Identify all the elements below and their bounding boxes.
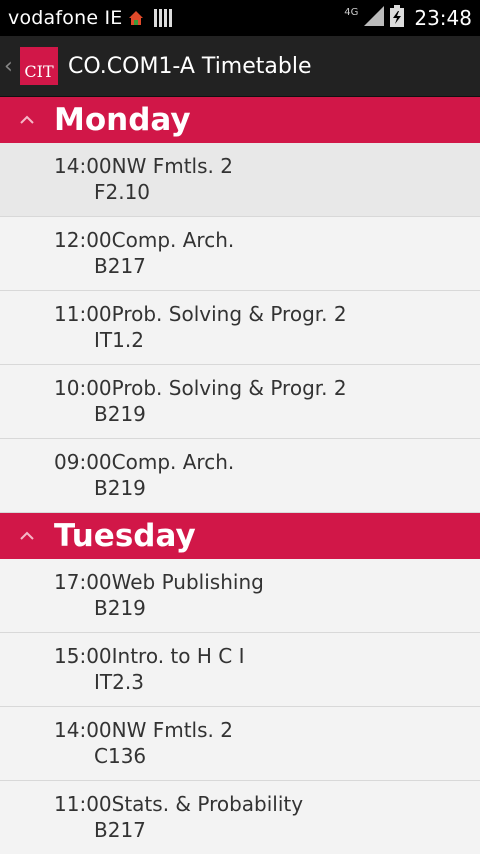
class-time-title: 12:00Comp. Arch. [54, 228, 235, 252]
home-network-icon [128, 10, 144, 26]
day-header-monday[interactable]: Monday [0, 97, 480, 143]
day-header-tuesday[interactable]: Tuesday [0, 513, 480, 559]
class-room: IT2.3 [94, 670, 144, 694]
class-time-title: 17:00Web Publishing [54, 570, 264, 594]
list-item[interactable]: 15:00Intro. to H C I IT2.3 [0, 633, 480, 707]
class-time-title: 14:00NW Fmtls. 2 [54, 154, 233, 178]
class-room: B219 [94, 476, 146, 500]
status-bar: vodafone IE 4G 23:48 [0, 0, 480, 36]
class-time-title: 15:00Intro. to H C I [54, 644, 245, 668]
class-room: B219 [94, 402, 146, 426]
sim-card-icon [154, 9, 173, 27]
list-item[interactable]: 12:00Comp. Arch. B217 [0, 217, 480, 291]
class-time-title: 14:00NW Fmtls. 2 [54, 718, 233, 742]
class-room: IT1.2 [94, 328, 144, 352]
page-title: CO.COM1-A Timetable [68, 53, 312, 79]
list-item[interactable]: 17:00Web Publishing B219 [0, 559, 480, 633]
class-room: B217 [94, 818, 146, 842]
list-item[interactable]: 10:00Prob. Solving & Progr. 2 B219 [0, 365, 480, 439]
clock: 23:48 [414, 6, 472, 30]
class-time-title: 11:00Prob. Solving & Progr. 2 [54, 302, 347, 326]
class-time-title: 10:00Prob. Solving & Progr. 2 [54, 376, 347, 400]
class-room: B219 [94, 596, 146, 620]
day-title: Tuesday [54, 518, 196, 554]
battery-icon [390, 5, 405, 31]
timetable-list: Monday 14:00NW Fmtls. 2 F2.10 12:00Comp.… [0, 97, 480, 854]
signal-icon [364, 6, 385, 30]
app-logo-text: CIT [24, 62, 54, 81]
list-item[interactable]: 14:00NW Fmtls. 2 C136 [0, 707, 480, 781]
carrier-label: vodafone IE [8, 7, 123, 29]
back-icon[interactable]: ‹ [4, 54, 16, 79]
list-item[interactable]: 14:00NW Fmtls. 2 F2.10 [0, 143, 480, 217]
chevron-up-icon[interactable] [0, 513, 54, 559]
network-type-icon: 4G [344, 6, 359, 18]
class-time-title: 09:00Comp. Arch. [54, 450, 235, 474]
class-room: F2.10 [94, 180, 151, 204]
list-item[interactable]: 09:00Comp. Arch. B219 [0, 439, 480, 513]
list-item[interactable]: 11:00Prob. Solving & Progr. 2 IT1.2 [0, 291, 480, 365]
day-title: Monday [54, 102, 191, 138]
list-item[interactable]: 11:00Stats. & Probability B217 [0, 781, 480, 854]
class-room: B217 [94, 254, 146, 278]
app-logo[interactable]: CIT [20, 47, 58, 85]
chevron-up-icon[interactable] [0, 97, 54, 143]
action-bar: ‹ CIT CO.COM1-A Timetable [0, 36, 480, 97]
class-time-title: 11:00Stats. & Probability [54, 792, 304, 816]
class-room: C136 [94, 744, 147, 768]
